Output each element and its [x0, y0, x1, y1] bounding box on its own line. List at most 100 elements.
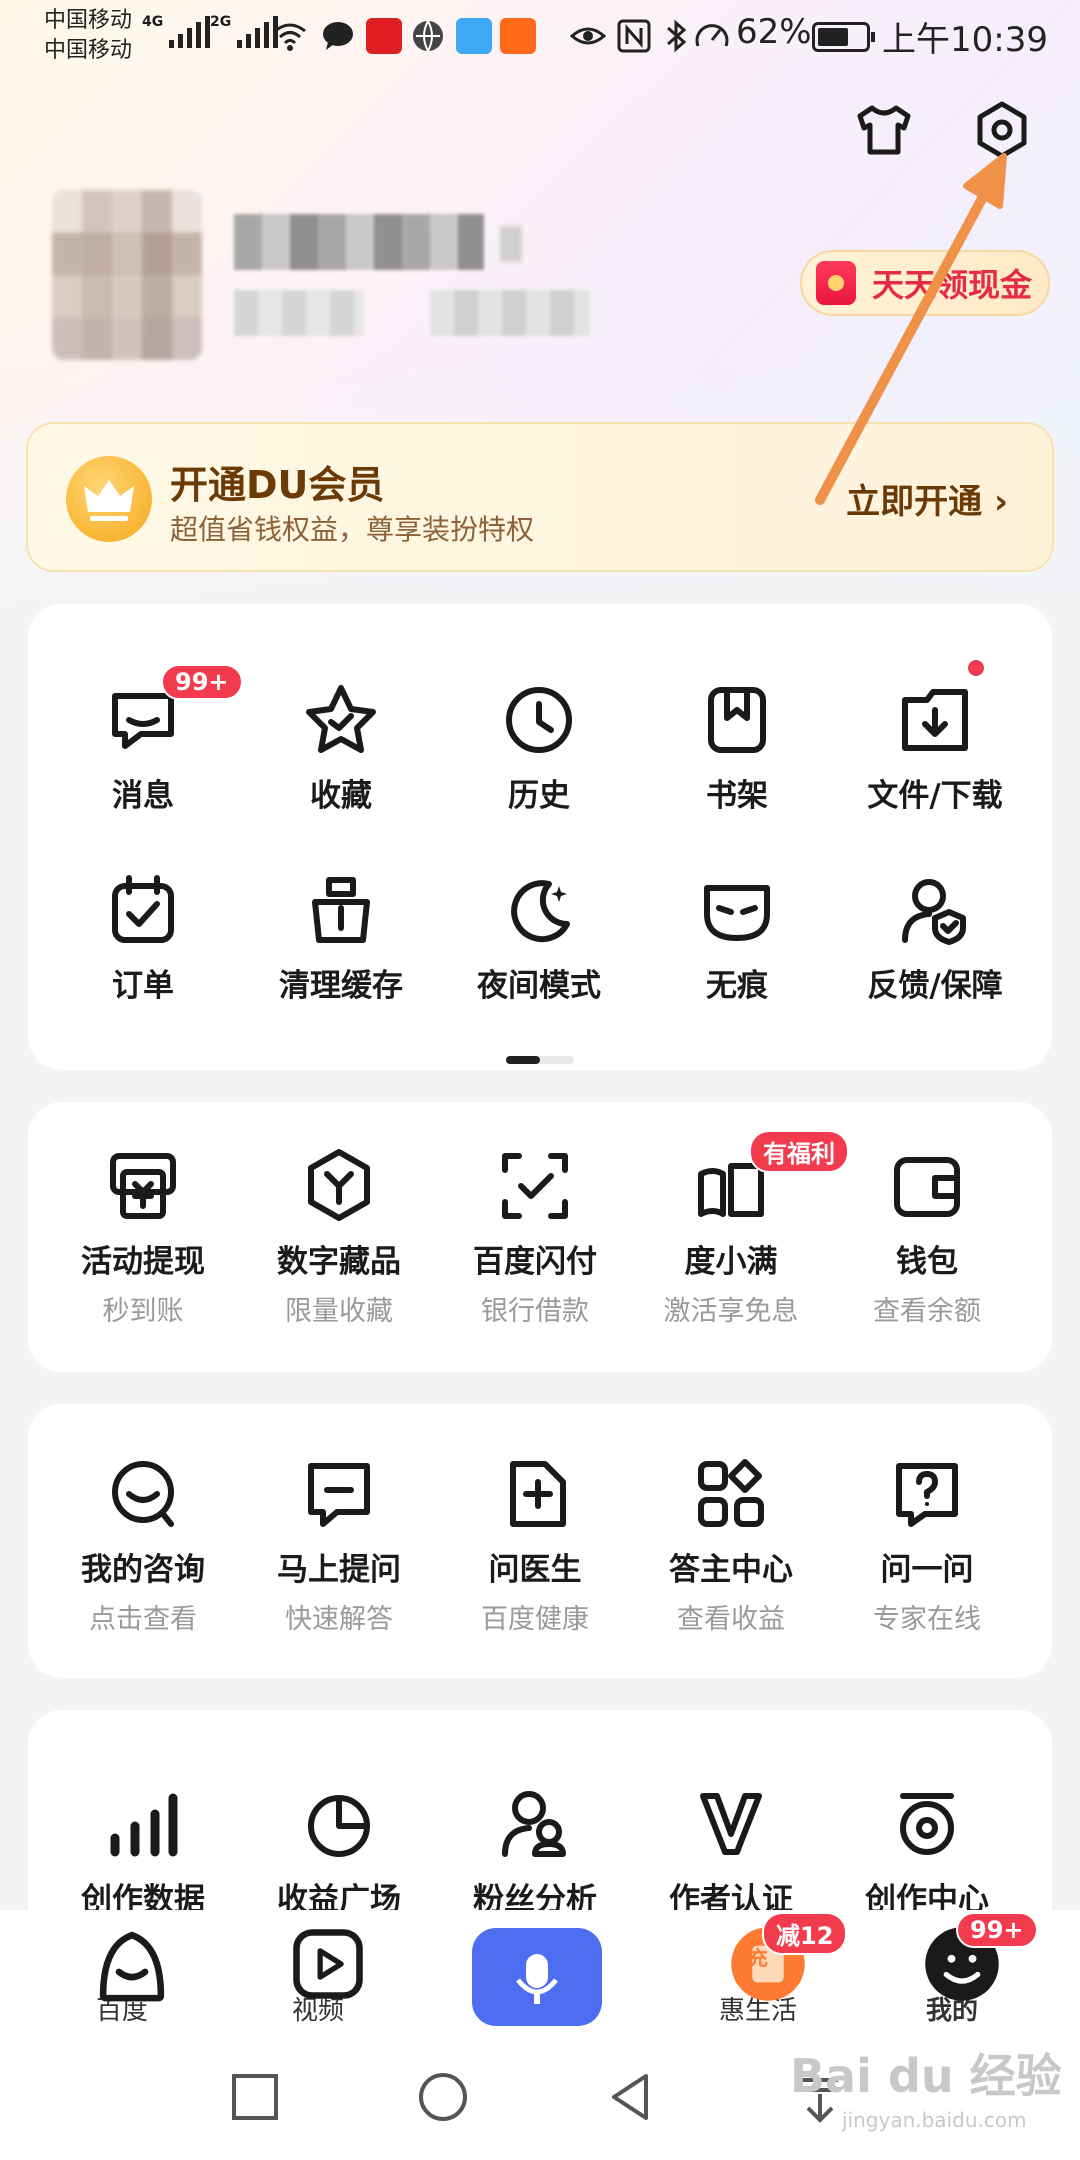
clock-icon: [497, 678, 581, 762]
grid-item-message[interactable]: 消息 99+: [45, 664, 243, 815]
eye-icon: [570, 27, 606, 45]
nav-item-video[interactable]: 视频: [248, 1922, 388, 2027]
back-icon[interactable]: [604, 2070, 658, 2124]
grid-item-pie-chart[interactable]: 收益广场: [241, 1782, 437, 1919]
grid-item-label: 文件/下载: [867, 778, 1003, 814]
vip-banner[interactable]: 开通DU会员 超值省钱权益，尊享装扮特权 立即开通 ›: [26, 422, 1054, 572]
grid-item-clock[interactable]: 历史: [441, 678, 637, 815]
grid-item-label: 问一问: [880, 1552, 974, 1588]
nav-item-life[interactable]: 充 惠生活 减12: [688, 1912, 848, 2027]
username-suffix-blurred: [500, 226, 522, 262]
grid-item-withdraw[interactable]: 活动提现 秒到账: [45, 1144, 241, 1328]
speed-icon: [695, 24, 729, 47]
grid-item-star[interactable]: 收藏: [243, 678, 439, 815]
nav-item-profile[interactable]: 我的 99+: [882, 1912, 1038, 2027]
grid-item-flash-pay[interactable]: 百度闪付 银行借款: [437, 1144, 633, 1328]
grid-item-mask[interactable]: 无痕: [639, 868, 835, 1005]
star-icon: [299, 678, 383, 762]
grid-item-feedback[interactable]: 反馈/保障: [837, 868, 1033, 1005]
signal-2g-tag: 2G: [210, 14, 232, 30]
watermark-url: jingyan.baidu.com: [842, 2108, 1027, 2132]
collectible-icon: [297, 1144, 381, 1228]
grid-item-bookshelf[interactable]: 书架: [639, 678, 835, 815]
clock: 上午10:39: [882, 20, 1048, 60]
tools-card: 消息 99+ 收藏 历史 书架 文件/下载 订单 清理缓存 夜间模式 无痕 反馈/保障: [28, 604, 1052, 1070]
grid-item-label: 夜间模式: [477, 968, 601, 1004]
grid-item-moon[interactable]: 夜间模式: [441, 868, 637, 1005]
mic-icon: [516, 1954, 558, 2004]
crown-icon: [66, 456, 152, 542]
question-icon: [885, 1452, 969, 1536]
folder-download-icon: [893, 678, 977, 762]
grid-item-folder-download[interactable]: 文件/下载: [837, 678, 1033, 815]
weibo-app-icon: [366, 18, 402, 54]
grid-item-bar-chart[interactable]: 创作数据: [45, 1782, 241, 1919]
grid-item-wallet[interactable]: 钱包 查看余额: [829, 1144, 1025, 1328]
username-blurred[interactable]: [234, 214, 484, 270]
verify-icon: [689, 1782, 773, 1866]
clean-cache-icon: [299, 868, 383, 952]
skin-shirt-icon[interactable]: [852, 98, 916, 162]
grid-item-label: 我的咨询: [81, 1552, 205, 1588]
nav-item-baidu[interactable]: 百度: [52, 1922, 192, 2027]
daily-cash-button[interactable]: 天天领现金: [800, 250, 1050, 316]
grid-item-label: 百度闪付: [473, 1244, 597, 1280]
grid-item-label: 收藏: [310, 778, 372, 814]
grid-item-sublabel: 点击查看: [89, 1604, 197, 1635]
grid-item-verify[interactable]: 作者认证: [633, 1782, 829, 1919]
grid-item-label: 度小满: [684, 1244, 778, 1280]
profile-info-blurred-2: [430, 290, 590, 336]
grid-item-creator-center[interactable]: 创作中心: [829, 1782, 1025, 1919]
grid-item-fans[interactable]: 粉丝分析: [437, 1782, 633, 1919]
grid-item-label: 问医生: [488, 1552, 582, 1588]
bar-chart-icon: [101, 1782, 185, 1866]
consult-card: 我的咨询 点击查看 马上提问 快速解答 问医生 百度健康 答主中心 查看收益 问一问 专家在线: [28, 1404, 1052, 1678]
order-icon: [101, 868, 185, 952]
new-dot-indicator: [968, 660, 984, 676]
withdraw-icon: [101, 1144, 185, 1228]
home-icon[interactable]: [416, 2070, 470, 2124]
grid-item-duxiaoman[interactable]: 度小满 激活享免息 有福利: [633, 1130, 849, 1328]
grid-item-sublabel: 激活享免息: [663, 1296, 799, 1327]
grid-item-question[interactable]: 问一问 专家在线: [829, 1452, 1025, 1636]
nav-badge: 99+: [956, 1912, 1038, 1948]
chat-bubble-icon: [323, 22, 353, 50]
avatar[interactable]: [52, 190, 202, 360]
settings-gear-icon[interactable]: [970, 98, 1034, 162]
voice-search-button[interactable]: [472, 1928, 602, 2026]
recent-apps-icon[interactable]: [230, 2072, 280, 2122]
wifi-icon: [274, 23, 306, 51]
message-app-icon: [456, 18, 492, 54]
grid-item-label: 清理缓存: [279, 968, 403, 1004]
carrier-1: 中国移动: [44, 8, 133, 33]
finance-card: 活动提现 秒到账 数字藏品 限量收藏 百度闪付 银行借款 度小满 激活享免息 有福利 钱包 查看余额: [28, 1102, 1052, 1372]
moon-icon: [497, 868, 581, 952]
grid-item-label: 钱包: [896, 1244, 958, 1280]
grid-item-label: 答主中心: [669, 1552, 793, 1588]
grid-item-clean-cache[interactable]: 清理缓存: [243, 868, 439, 1005]
profile-info-blurred: [234, 290, 364, 336]
grid-item-doctor[interactable]: 问医生 百度健康: [437, 1452, 633, 1636]
grid-item-apps[interactable]: 答主中心 查看收益: [633, 1452, 829, 1636]
grid-item-ask[interactable]: 马上提问 快速解答: [241, 1452, 437, 1636]
grid-item-sublabel: 快速解答: [285, 1604, 393, 1635]
grid-item-order[interactable]: 订单: [45, 868, 241, 1005]
signal-4g-tag: 4G: [142, 14, 164, 30]
baidu-jingyan-watermark: Bai du 经验: [790, 2049, 1062, 2103]
grid-item-collectible[interactable]: 数字藏品 限量收藏: [241, 1144, 437, 1328]
ask-icon: [297, 1452, 381, 1536]
grid-item-consult[interactable]: 我的咨询 点击查看: [45, 1452, 241, 1636]
bottom-nav: 百度 视频 充 惠生活 减12 我的 99+: [0, 1910, 1080, 2040]
vip-open-button[interactable]: 立即开通 ›: [846, 474, 1008, 523]
doctor-icon: [493, 1452, 577, 1536]
creator-center-icon: [885, 1782, 969, 1866]
grid-item-label: 历史: [508, 778, 570, 814]
grid-item-sublabel: 查看收益: [677, 1604, 785, 1635]
video-app-icon: [500, 18, 536, 54]
page-indicator: [506, 1056, 574, 1064]
pie-chart-icon: [297, 1782, 381, 1866]
daily-cash-label: 天天领现金: [872, 266, 1033, 304]
baidu-icon: [90, 1922, 165, 2002]
red-envelope-icon: [816, 261, 856, 305]
grid-item-label: 数字藏品: [277, 1244, 401, 1280]
